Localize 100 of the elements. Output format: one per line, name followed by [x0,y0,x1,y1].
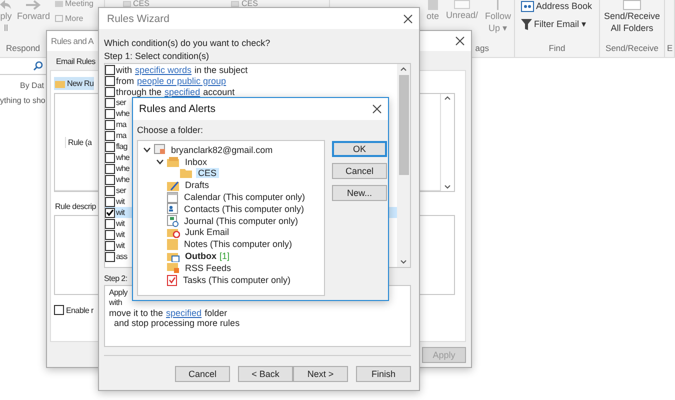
folder-tree-item[interactable]: Outbox [1] [183,251,232,262]
dialog-button[interactable]: Cancel [332,163,387,179]
checkbox[interactable] [105,98,115,108]
journal-icon [167,214,179,227]
checkbox[interactable] [105,64,115,74]
checkbox[interactable] [105,108,115,118]
condition-text: with specific words in the subject [116,64,248,74]
forward-arrow-icon [24,0,42,10]
close-icon[interactable] [455,36,465,46]
window-title: Rules and Alerts [139,103,216,115]
ribbon-group-label: Find [548,43,566,53]
link[interactable]: specified [166,308,202,318]
folder-tree-item[interactable]: Tasks (This computer only) [181,274,293,285]
junk-folder-icon [167,226,180,238]
checkbox[interactable] [105,196,115,206]
condition-text: whe [116,109,130,118]
empty-list-message: ything to sho [0,96,46,105]
funnel-icon [521,18,532,30]
condition-text: whe [116,153,130,162]
checkbox[interactable] [105,218,115,228]
checkbox[interactable] [105,130,115,140]
new-rule-button[interactable]: New Ru [54,77,94,90]
folder-tree-item[interactable]: Junk Email [183,227,232,238]
condition-text: wit [116,219,125,228]
clipboard-check-icon [167,274,178,286]
checkbox[interactable] [105,208,115,218]
checkbox[interactable] [105,240,115,250]
condition-text: wit [116,208,125,217]
wizard-button[interactable]: < Back [238,366,293,382]
ribbon-button-label[interactable]: Filter Email ▾ [534,18,587,30]
scroll-down-icon[interactable] [444,185,451,189]
checkbox[interactable] [105,186,115,196]
dialog-button[interactable]: New... [332,185,387,201]
condition-text: flag [116,142,128,151]
ribbon-button-label[interactable]: Address Book [536,0,592,12]
ribbon-group-label: E [667,43,673,53]
description-line: move it to the specified folder [109,308,228,318]
condition-text: from people or public group [116,76,226,86]
mailbox-icon [154,144,166,156]
question-text: Which condition(s) do you want to check? [104,37,270,50]
folder-tree-item[interactable]: bryanclark82@gmail.com [169,144,275,155]
step-label: Step 2: [104,273,128,284]
close-icon[interactable] [403,14,413,24]
search-icon [33,61,43,71]
folder-tree-item[interactable]: Journal (This computer only) [182,216,300,226]
checkbox-label: Enable r [66,306,94,314]
condition-text: wit [116,241,125,250]
dialog-button[interactable]: OK [332,141,387,157]
checkbox[interactable] [105,230,115,240]
checkbox[interactable] [105,164,115,174]
scroll-up-icon[interactable] [400,67,407,71]
description-line: Apply [109,288,128,298]
link[interactable]: specified [164,86,200,96]
wizard-button[interactable]: Next > [293,366,348,382]
folder-tree-item[interactable]: Calendar (This computer only) [182,192,308,202]
reply-arrow-icon [0,0,12,10]
folder-tree-item[interactable]: Contacts (This computer only) [182,204,306,214]
checkbox[interactable] [105,86,115,96]
column-header[interactable]: Rule (a [66,138,92,146]
ribbon-button-label[interactable]: All Folders [610,22,654,34]
rss-folder-icon [167,262,180,274]
drafts-folder-icon [167,180,180,191]
checkbox[interactable] [54,305,64,315]
checkbox[interactable] [105,174,115,184]
condition-text: through the specified account [116,86,235,96]
condition-text: wit [116,197,125,206]
checkbox[interactable] [105,120,115,130]
window-title: Rules Wizard [107,12,170,24]
checkbox[interactable] [105,142,115,152]
folder-tree-item[interactable]: Drafts [183,180,212,190]
scrollbar-thumb[interactable] [398,75,408,175]
checkbox[interactable] [105,76,115,86]
folder-tree-item[interactable]: Inbox [183,156,210,167]
condition-text: whe [116,164,130,173]
folder-tree-item[interactable]: CES [196,168,219,178]
ribbon-button-label[interactable]: Send/Receive [604,10,660,22]
condition-text: ser [116,186,126,195]
folder-tree-item[interactable]: Notes (This computer only) [182,239,294,250]
email-rules-tab[interactable]: Email Rules [50,57,96,70]
contact-card-icon [167,203,179,214]
outbox-folder-icon [167,250,180,262]
condition-text: whe [116,175,130,184]
condition-text: ass [116,252,128,261]
window-title: Rules and A [51,36,94,46]
link[interactable]: people or public group [137,76,226,86]
scroll-down-icon[interactable] [400,260,407,264]
checkbox[interactable] [105,152,115,162]
folder-tree-item[interactable]: RSS Feeds [183,262,234,273]
inbox-folder-icon [167,156,180,167]
description-line: and stop processing more rules [113,318,240,328]
ribbon-group-label: ags [475,43,489,53]
wizard-button[interactable]: Cancel [175,366,230,382]
scroll-up-icon[interactable] [444,96,451,100]
sort-label[interactable]: By Dat [20,81,44,90]
link[interactable]: specific words [135,64,192,74]
checkbox[interactable] [105,252,115,262]
close-icon[interactable] [372,104,382,114]
condition-text: wit [116,230,125,239]
ribbon-group-label: Respond [6,43,40,53]
wizard-button[interactable]: Finish [356,366,411,382]
